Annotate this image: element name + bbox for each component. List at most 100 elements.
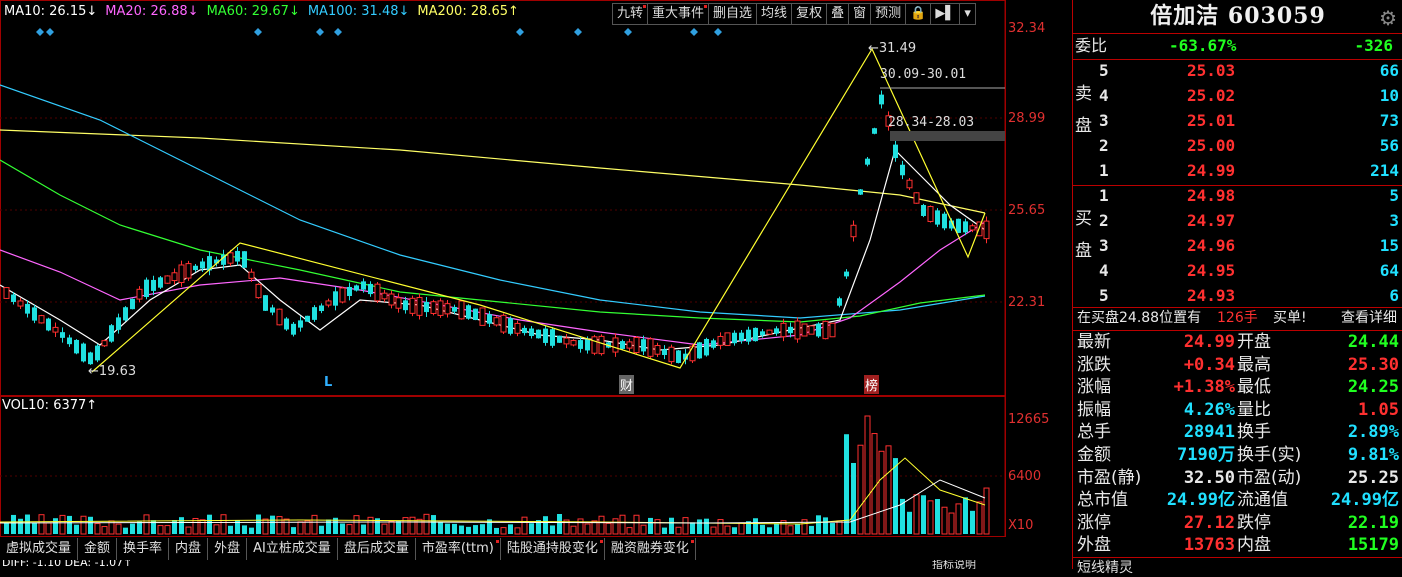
candle-body [591, 336, 598, 354]
volume-bar [213, 524, 220, 535]
candle-body [514, 322, 521, 334]
candle-body [32, 307, 37, 321]
ma-legend-item[interactable]: MA100: 31.48↓ [308, 4, 410, 19]
indicator-tab[interactable]: 融资融券变化 [605, 538, 696, 560]
toolbar-button[interactable]: 复权 [791, 3, 827, 25]
indicator-help-link[interactable]: 指标说明 [932, 560, 976, 569]
volume-bar [242, 525, 247, 534]
order-book-row[interactable]: 4 25.02 10 [1073, 85, 1402, 107]
toolbar-button[interactable]: 删自选 [708, 3, 757, 25]
gear-icon[interactable]: ⚙ [1379, 6, 1397, 30]
order-book-row[interactable]: 2 24.97 3 [1073, 210, 1402, 232]
candle-body [704, 338, 709, 356]
volume-bar [921, 495, 926, 534]
candle-body [585, 339, 590, 351]
volume-bar [640, 524, 647, 535]
toolbar-button[interactable]: 均线 [756, 3, 792, 25]
indicator-tab[interactable]: 虚拟成交量 [0, 538, 79, 560]
toolbar-button[interactable]: 重大事件 [647, 3, 709, 25]
candle-body [822, 320, 829, 340]
candle-body [242, 251, 247, 268]
quote-label: 最低 [1237, 377, 1271, 398]
volume-bar [941, 506, 948, 535]
order-book-row[interactable]: 4 24.95 64 [1073, 260, 1402, 282]
indicator-tab[interactable]: 市盈率(ttm) [416, 538, 501, 560]
ma-legend-item[interactable]: MA20: 26.88↓ [105, 4, 198, 19]
kline-chart[interactable] [0, 0, 1072, 569]
candle-body [500, 314, 507, 333]
event-marker-cai[interactable]: 财 [619, 375, 635, 394]
volume-bar [732, 527, 737, 534]
quote-value: 27.12 [1183, 512, 1235, 533]
order-book-row[interactable]: 3 24.96 15 [1073, 235, 1402, 257]
indicator-tab[interactable]: 金额 [78, 538, 118, 560]
candle-body [473, 308, 478, 321]
volume-bar [626, 527, 633, 535]
quote-value: 9.81% [1347, 445, 1399, 465]
volume-bar [955, 503, 962, 535]
event-marker-l[interactable]: L [324, 375, 332, 390]
volume-bar [88, 516, 93, 534]
volume-bar [816, 515, 821, 534]
level-price: 24.96 [1187, 236, 1236, 255]
indicator-tab[interactable]: AI立桩成交量 [247, 538, 338, 560]
volume-bar [710, 526, 717, 535]
event-diamond-icon [690, 28, 698, 36]
volume-bar [4, 523, 9, 534]
volume-bar [844, 434, 849, 534]
indicator-tab[interactable]: 陆股通持股变化 [501, 538, 605, 560]
quote-label: 量比 [1237, 399, 1271, 420]
view-detail-link[interactable]: 查看详细 [1341, 307, 1397, 329]
order-book-row[interactable]: 1 24.99 214 [1073, 160, 1402, 182]
toolbar-button[interactable]: 叠 [826, 3, 849, 25]
toolbar-button[interactable]: 🔒 [905, 3, 931, 25]
footer-label[interactable]: 短线精灵 [1077, 557, 1133, 577]
ma-legend-item[interactable]: MA200: 28.65↑ [417, 4, 519, 19]
indicator-tab[interactable]: 内盘 [169, 538, 209, 560]
volume-bar [438, 522, 443, 534]
quote-label: 总手 [1077, 422, 1111, 443]
toolbar-button[interactable]: 预测 [870, 3, 906, 25]
volume-bar [157, 525, 164, 535]
toolbar-button-label: 🔒 [910, 6, 927, 21]
order-book-row[interactable]: 3 25.01 73 [1073, 110, 1402, 132]
candle-body [913, 192, 920, 204]
volume-bar [704, 518, 709, 534]
volume-bar [767, 527, 772, 534]
candle-body [276, 308, 283, 326]
order-book-row[interactable]: 2 25.00 56 [1073, 135, 1402, 157]
indicator-tab[interactable]: 盘后成交量 [338, 538, 416, 560]
toolbar-button[interactable]: 九转 [612, 3, 648, 25]
toolbar-button[interactable]: 窗 [848, 3, 871, 25]
toolbar-button[interactable]: ▶▌ [930, 3, 960, 25]
candle-body [60, 332, 65, 338]
indicator-tab[interactable]: 外盘 [208, 538, 248, 560]
ma-legend-item[interactable]: MA60: 29.67↓ [207, 4, 300, 19]
event-diamond-icon [516, 28, 524, 36]
quote-value: 28941 [1183, 422, 1235, 443]
candle-body [185, 263, 192, 279]
order-book-row[interactable]: 5 24.93 6 [1073, 285, 1402, 307]
indicator-tab[interactable]: 换手率 [117, 538, 170, 560]
candle-body [801, 323, 808, 337]
indicator-tab-label: AI立桩成交量 [253, 541, 331, 556]
range-bar-2 [890, 131, 1005, 141]
candle-body [508, 318, 513, 334]
candle-body [388, 293, 395, 306]
quote-value: 7190万 [1177, 445, 1235, 465]
volume-bar [738, 522, 745, 535]
volume-bar [675, 526, 682, 535]
level-number: 5 [1099, 286, 1109, 305]
big-order-notice[interactable]: 在买盘24.88位置有 126手 买单! 查看详细 [1073, 307, 1402, 329]
candle-body [724, 332, 731, 346]
candle-body [893, 144, 898, 159]
order-book-row[interactable]: 1 24.98 5 [1073, 185, 1402, 207]
order-book-row[interactable]: 5 25.03 66 [1073, 60, 1402, 82]
quote-value: 24.99亿 [1330, 490, 1399, 511]
ma-legend-item[interactable]: MA10: 26.15↓ [4, 4, 97, 19]
candle-body [732, 332, 737, 344]
volume-bar [927, 500, 934, 535]
event-marker-bang[interactable]: 榜 [864, 375, 880, 394]
toolbar-button-label: 复权 [796, 6, 823, 21]
toolbar-button[interactable]: ▾ [959, 3, 976, 25]
